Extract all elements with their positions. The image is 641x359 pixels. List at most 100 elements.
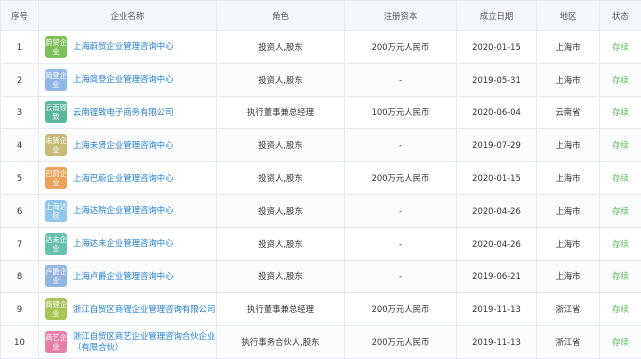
row-index: 2 (0, 62, 39, 97)
region-cell: 上海市 (536, 259, 600, 294)
date-cell: 2020-01-15 (456, 161, 537, 195)
capital-cell: 200万元人民币 (344, 30, 457, 64)
company-name-link[interactable]: 浙江自贸区商艺企业管理咨询合伙企业（有限合伙） (73, 331, 216, 353)
date-cell: 2019-05-31 (456, 62, 537, 97)
table-row: 3 云南铿致 云南铿致电子商务有限公司 执行董事兼总经理 100万元人民币 20… (0, 95, 641, 130)
region-cell: 上海市 (536, 128, 600, 163)
region-cell: 浙江省 (536, 292, 600, 327)
role-cell: 投资人,股东 (216, 30, 345, 64)
table-row: 9 商锂企业 浙江自贸区商锂企业管理咨询有限公司 执行董事兼总经理 200万元人… (0, 292, 641, 327)
company-name-link[interactable]: 云南铿致电子商务有限公司 (73, 107, 174, 118)
capital-cell: 200万元人民币 (344, 292, 457, 327)
region-cell: 上海市 (536, 30, 600, 64)
row-index: 9 (0, 292, 39, 327)
company-cell: 卢爵企业 上海卢爵企业管理咨询中心 (38, 259, 217, 294)
capital-cell: 200万元人民币 (344, 161, 457, 195)
company-cell: 商锂企业 浙江自贸区商锂企业管理咨询有限公司 (38, 292, 217, 327)
row-index: 3 (0, 95, 39, 130)
row-index: 6 (0, 193, 39, 228)
company-name-link[interactable]: 上海未贤企业管理咨询中心 (73, 140, 174, 151)
header-status: 状态 (599, 0, 641, 31)
capital-cell: - (344, 193, 457, 228)
date-cell: 2019-07-29 (456, 128, 537, 163)
capital-cell: 200万元人民币 (344, 325, 457, 359)
role-cell: 执行董事兼总经理 (216, 292, 345, 327)
company-cell: 云南铿致 云南铿致电子商务有限公司 (38, 95, 217, 130)
company-name-link[interactable]: 上海卢爵企业管理咨询中心 (73, 271, 174, 282)
region-cell: 上海市 (536, 161, 600, 195)
status-badge: 存续 (599, 30, 641, 64)
role-cell: 投资人,股东 (216, 161, 345, 195)
company-cell: 简登企业 上海简登企业管理咨询中心 (38, 62, 217, 97)
role-cell: 投资人,股东 (216, 193, 345, 228)
company-cell: 商艺企业 浙江自贸区商艺企业管理咨询合伙企业（有限合伙） (38, 325, 217, 359)
date-cell: 2019-11-13 (456, 292, 537, 327)
company-cell: 未贤企业 上海未贤企业管理咨询中心 (38, 128, 217, 163)
capital-cell: - (344, 226, 457, 261)
row-index: 10 (0, 325, 39, 359)
company-name-link[interactable]: 上海达未企业管理咨询中心 (73, 238, 174, 249)
role-cell: 执行事务合伙人,股东 (216, 325, 345, 359)
status-badge: 存续 (599, 292, 641, 327)
table-row: 6 上海达院 上海达院企业管理咨询中心 投资人,股东 - 2020-04-26 … (0, 193, 641, 228)
company-logo[interactable]: 简登企业 (45, 68, 67, 91)
status-badge: 存续 (599, 259, 641, 294)
region-cell: 上海市 (536, 62, 600, 97)
company-logo[interactable]: 卢爵企业 (45, 265, 67, 288)
capital-cell: - (344, 128, 457, 163)
company-logo[interactable]: 商锂企业 (45, 298, 67, 321)
header-region: 地区 (536, 0, 600, 31)
header-date: 成立日期 (456, 0, 537, 31)
status-badge: 存续 (599, 193, 641, 228)
company-logo[interactable]: 未贤企业 (45, 134, 67, 157)
company-name-link[interactable]: 上海巴蔚企业管理咨询中心 (73, 173, 174, 184)
header-capital: 注册资本 (344, 0, 457, 31)
status-badge: 存续 (599, 95, 641, 130)
table-row: 5 巴蔚企业 上海巴蔚企业管理咨询中心 投资人,股东 200万元人民币 2020… (0, 161, 641, 195)
company-logo[interactable]: 巴蔚企业 (45, 167, 67, 190)
status-badge: 存续 (599, 226, 641, 261)
capital-cell: - (344, 259, 457, 294)
company-table: 序号 企业名称 角色 注册资本 成立日期 地区 状态 1 蔚贸企业 上海蔚贸企业… (0, 0, 641, 359)
table-row: 2 简登企业 上海简登企业管理咨询中心 投资人,股东 - 2019-05-31 … (0, 62, 641, 97)
date-cell: 2020-04-26 (456, 193, 537, 228)
status-badge: 存续 (599, 62, 641, 97)
company-cell: 蔚贸企业 上海蔚贸企业管理咨询中心 (38, 30, 217, 64)
header-index: 序号 (0, 0, 39, 31)
company-logo[interactable]: 云南铿致 (45, 101, 67, 124)
table-header-row: 序号 企业名称 角色 注册资本 成立日期 地区 状态 (0, 0, 641, 31)
region-cell: 浙江省 (536, 325, 600, 359)
date-cell: 2020-06-04 (456, 95, 537, 130)
company-cell: 达未企业 上海达未企业管理咨询中心 (38, 226, 217, 261)
date-cell: 2020-04-26 (456, 226, 537, 261)
table-row: 10 商艺企业 浙江自贸区商艺企业管理咨询合伙企业（有限合伙） 执行事务合伙人,… (0, 325, 641, 359)
table-row: 7 达未企业 上海达未企业管理咨询中心 投资人,股东 - 2020-04-26 … (0, 226, 641, 261)
region-cell: 上海市 (536, 193, 600, 228)
table-row: 8 卢爵企业 上海卢爵企业管理咨询中心 投资人,股东 - 2019-06-21 … (0, 259, 641, 294)
capital-cell: 100万元人民币 (344, 95, 457, 130)
row-index: 4 (0, 128, 39, 163)
role-cell: 投资人,股东 (216, 62, 345, 97)
company-logo[interactable]: 蔚贸企业 (45, 35, 67, 58)
date-cell: 2019-06-21 (456, 259, 537, 294)
company-logo[interactable]: 商艺企业 (45, 331, 67, 354)
date-cell: 2019-11-13 (456, 325, 537, 359)
status-badge: 存续 (599, 128, 641, 163)
header-role: 角色 (216, 0, 345, 31)
company-logo[interactable]: 上海达院 (45, 199, 67, 222)
company-name-link[interactable]: 上海达院企业管理咨询中心 (73, 205, 174, 216)
status-badge: 存续 (599, 325, 641, 359)
company-name-link[interactable]: 浙江自贸区商锂企业管理咨询有限公司 (73, 304, 215, 315)
role-cell: 投资人,股东 (216, 226, 345, 261)
row-index: 1 (0, 30, 39, 64)
company-logo[interactable]: 达未企业 (45, 232, 67, 255)
role-cell: 投资人,股东 (216, 259, 345, 294)
region-cell: 上海市 (536, 226, 600, 261)
role-cell: 投资人,股东 (216, 128, 345, 163)
header-company: 企业名称 (38, 0, 217, 31)
table-row: 4 未贤企业 上海未贤企业管理咨询中心 投资人,股东 - 2019-07-29 … (0, 128, 641, 163)
row-index: 7 (0, 226, 39, 261)
company-name-link[interactable]: 上海简登企业管理咨询中心 (73, 74, 174, 85)
company-name-link[interactable]: 上海蔚贸企业管理咨询中心 (73, 41, 174, 52)
role-cell: 执行董事兼总经理 (216, 95, 345, 130)
